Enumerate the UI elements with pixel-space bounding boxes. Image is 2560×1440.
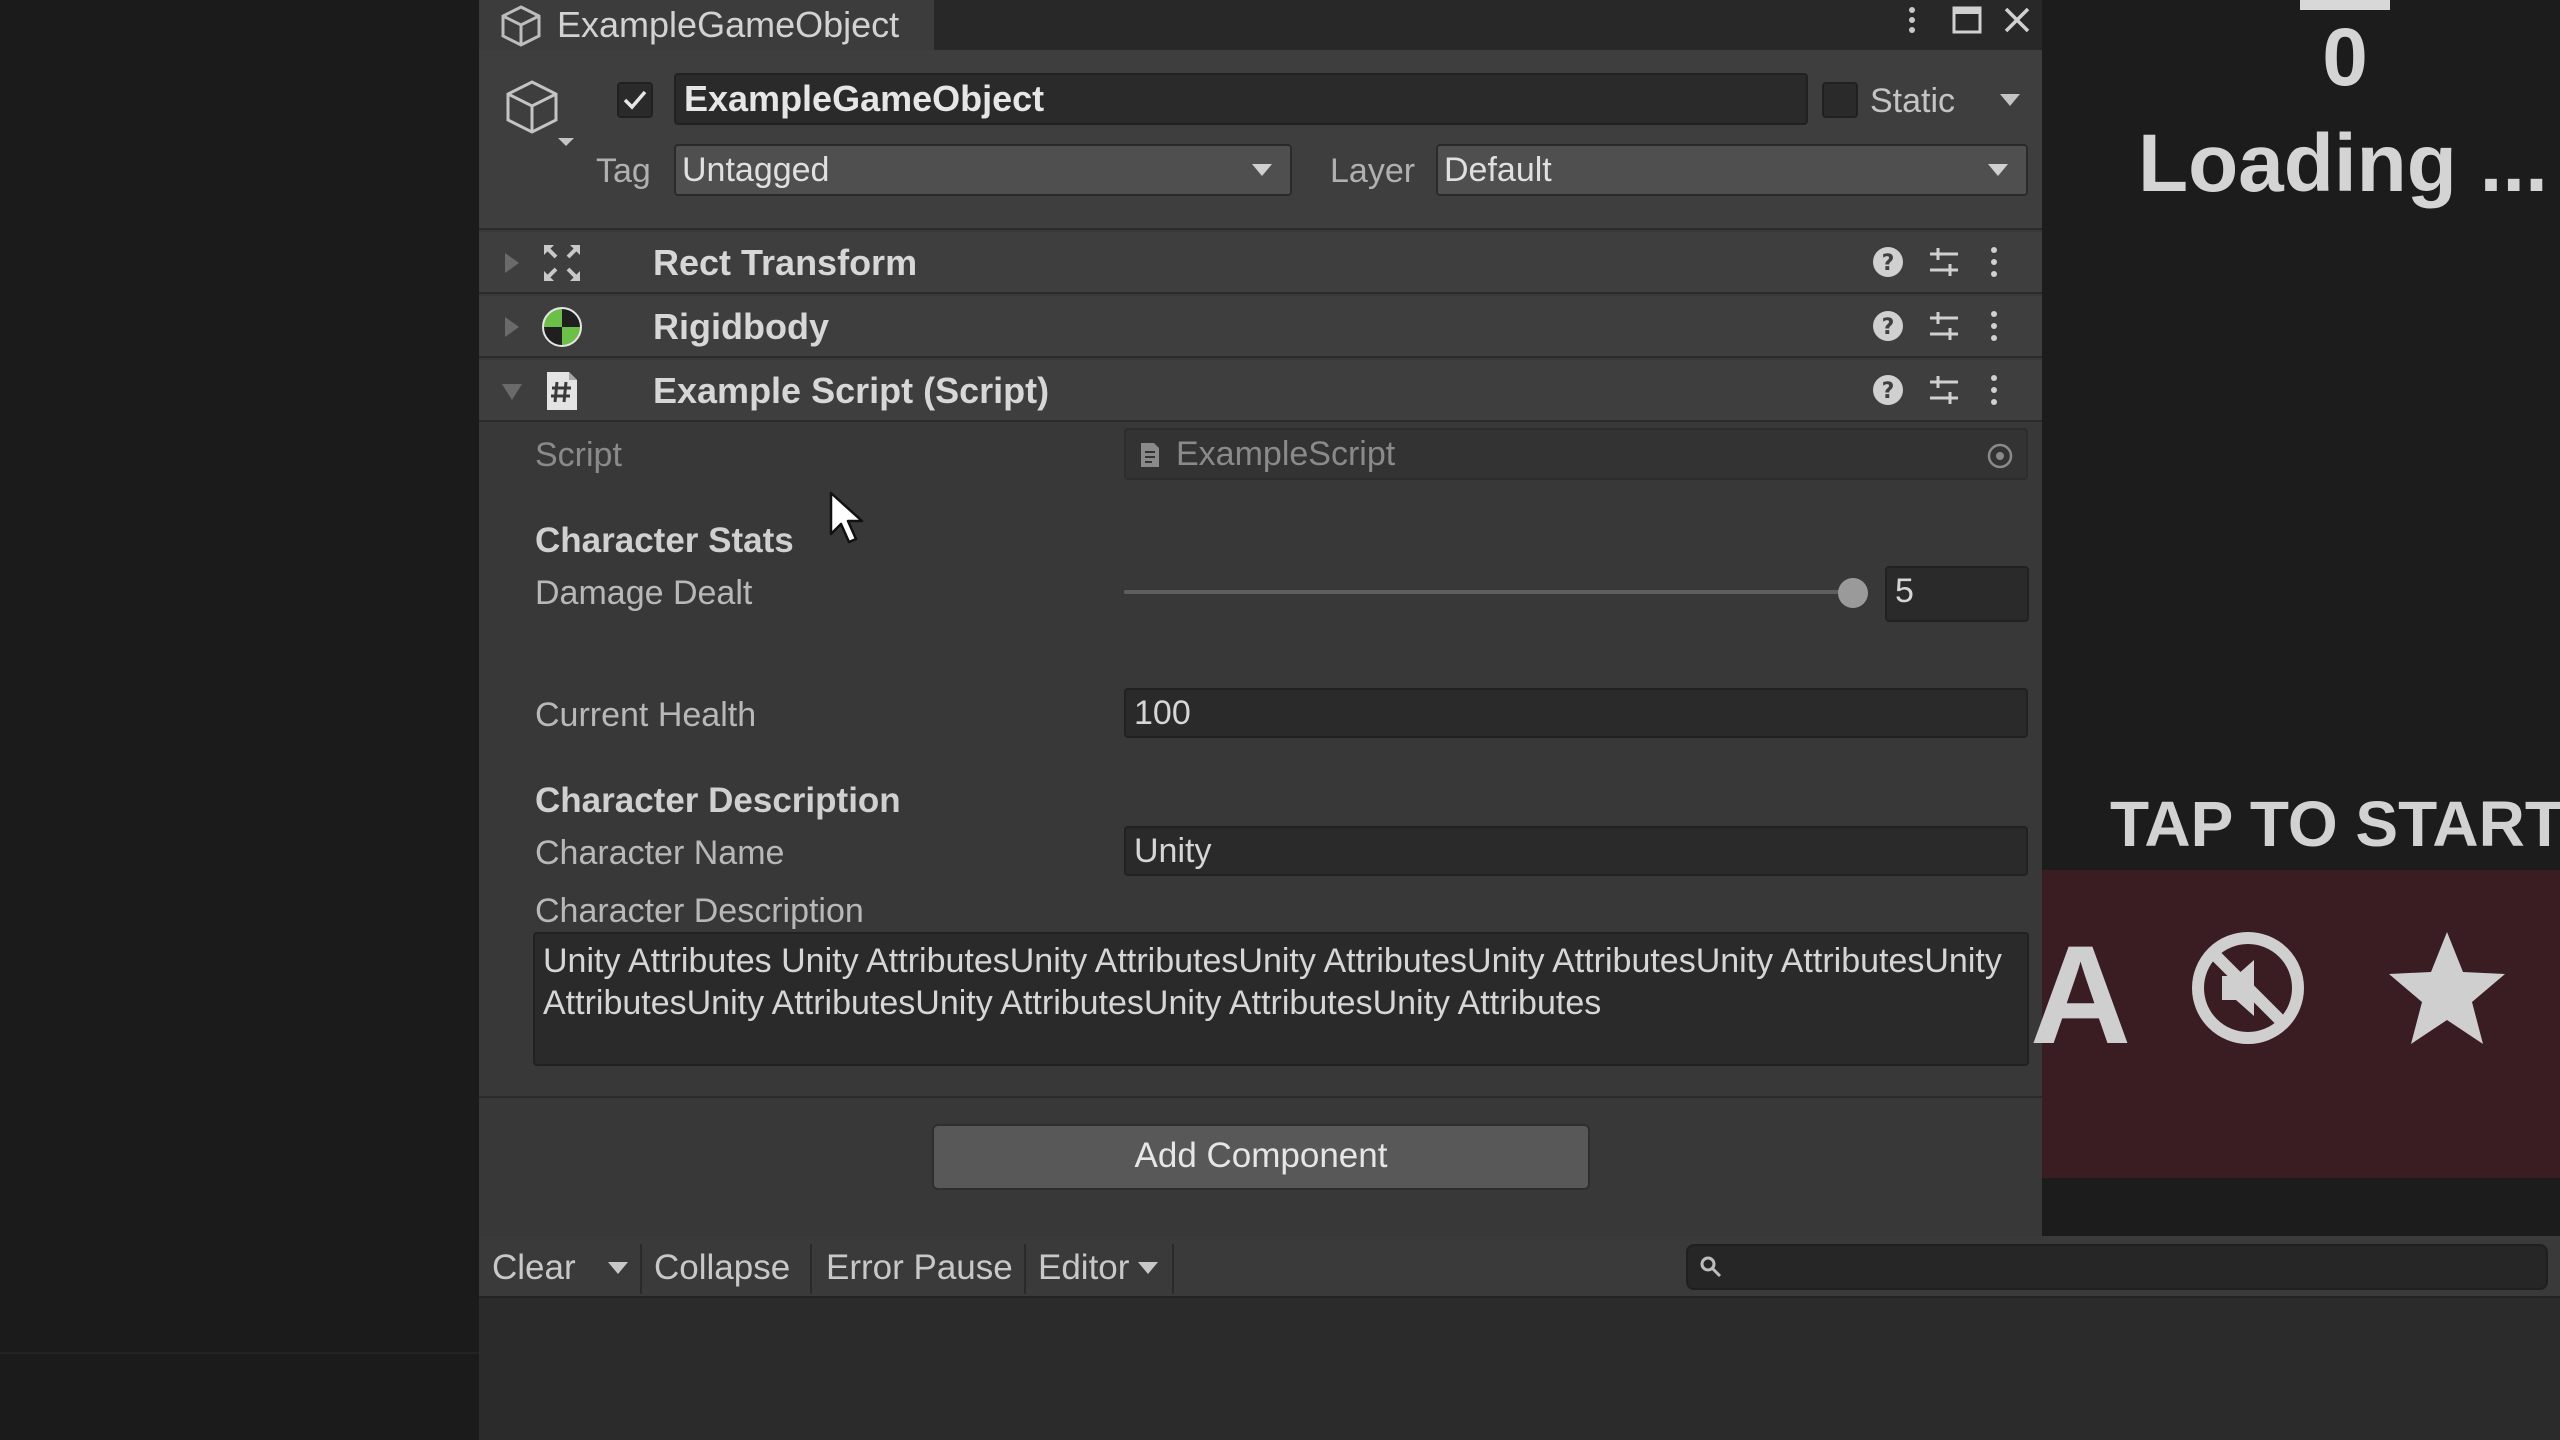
add-component-button[interactable]: Add Component bbox=[932, 1124, 1590, 1190]
tag-label: Tag bbox=[596, 152, 651, 190]
character-stats-header: Character Stats bbox=[535, 521, 794, 560]
close-icon[interactable] bbox=[2000, 3, 2034, 37]
current-health-input[interactable]: 100 bbox=[1124, 688, 2028, 738]
character-name-label: Character Name bbox=[535, 834, 785, 872]
tap-to-start-text[interactable]: TAP TO START bbox=[2110, 784, 2560, 864]
divider bbox=[479, 1096, 2042, 1098]
loading-text: Loading ... bbox=[2138, 118, 2548, 209]
layer-value: Default bbox=[1444, 151, 1552, 189]
chevron-down-icon bbox=[1138, 1262, 1158, 1274]
kebab-menu-icon[interactable] bbox=[1984, 308, 2004, 344]
rigidbody-icon bbox=[542, 307, 582, 347]
collapse-button[interactable]: Collapse bbox=[642, 1240, 802, 1296]
toolbar-separator bbox=[810, 1244, 812, 1294]
tag-value: Untagged bbox=[682, 151, 830, 189]
toolbar-separator bbox=[1172, 1244, 1174, 1294]
tab-title: ExampleGameObject bbox=[557, 4, 900, 45]
search-icon bbox=[1700, 1256, 1722, 1278]
svg-text:?: ? bbox=[1882, 251, 1895, 276]
character-name-input[interactable]: Unity bbox=[1124, 826, 2028, 876]
character-description-header: Character Description bbox=[535, 781, 901, 820]
fold-right-icon[interactable] bbox=[501, 314, 523, 340]
component-header-rect-transform[interactable]: Rect Transform ? bbox=[479, 232, 2042, 294]
star-icon[interactable] bbox=[2383, 926, 2511, 1054]
checkmark-icon bbox=[623, 90, 647, 110]
object-picker-icon[interactable] bbox=[1986, 442, 2014, 470]
svg-text:?: ? bbox=[1882, 379, 1895, 404]
score-bar bbox=[2300, 0, 2390, 10]
component-title: Rigidbody bbox=[653, 306, 829, 347]
hierarchy-pane bbox=[0, 0, 479, 1440]
chevron-down-icon bbox=[1252, 164, 1272, 176]
static-dropdown-icon[interactable] bbox=[1998, 92, 2022, 108]
component-header-example-script[interactable]: Example Script (Script) ? bbox=[479, 360, 2042, 422]
layer-label: Layer bbox=[1330, 152, 1416, 190]
error-pause-button[interactable]: Error Pause bbox=[814, 1240, 1025, 1296]
damage-slider-track[interactable] bbox=[1124, 590, 1860, 594]
character-description-label: Character Description bbox=[535, 892, 864, 930]
component-header-rigidbody[interactable]: Rigidbody ? bbox=[479, 296, 2042, 358]
kebab-menu-icon[interactable] bbox=[1984, 244, 2004, 280]
clear-options-dropdown-icon[interactable] bbox=[606, 1260, 630, 1276]
static-checkbox[interactable] bbox=[1822, 82, 1858, 118]
game-glyph: A bbox=[2030, 916, 2132, 1073]
kebab-menu-icon[interactable] bbox=[1984, 372, 2004, 408]
script-value: ExampleScript bbox=[1176, 435, 1396, 473]
fold-down-icon[interactable] bbox=[501, 378, 523, 404]
chevron-down-icon bbox=[1988, 164, 2008, 176]
gameobject-cube-icon bbox=[501, 5, 541, 47]
character-description-textarea[interactable]: Unity Attributes Unity AttributesUnity A… bbox=[533, 932, 2029, 1066]
maximize-icon[interactable] bbox=[1950, 3, 1984, 37]
csharp-script-icon bbox=[547, 372, 577, 410]
current-health-label: Current Health bbox=[535, 696, 757, 734]
help-icon[interactable]: ? bbox=[1870, 244, 1906, 280]
layer-dropdown[interactable]: Default bbox=[1436, 144, 2028, 196]
presets-icon[interactable] bbox=[1926, 244, 1962, 280]
script-reference-field: ExampleScript bbox=[1124, 428, 2028, 480]
rect-transform-icon bbox=[544, 245, 580, 281]
object-name-field[interactable]: ExampleGameObject bbox=[674, 73, 1808, 125]
console-search-input[interactable] bbox=[1686, 1244, 2548, 1290]
help-icon[interactable]: ? bbox=[1870, 372, 1906, 408]
damage-dealt-input[interactable]: 5 bbox=[1885, 566, 2029, 622]
tag-dropdown[interactable]: Untagged bbox=[674, 144, 1292, 196]
script-label: Script bbox=[535, 436, 622, 474]
clear-button[interactable]: Clear bbox=[480, 1240, 588, 1296]
component-title: Example Script (Script) bbox=[653, 370, 1050, 411]
presets-icon[interactable] bbox=[1926, 372, 1962, 408]
active-checkbox[interactable] bbox=[617, 82, 653, 118]
damage-slider-thumb[interactable] bbox=[1837, 578, 1868, 608]
score-text: 0 bbox=[2322, 12, 2368, 103]
fold-right-icon[interactable] bbox=[501, 250, 523, 276]
component-title: Rect Transform bbox=[653, 242, 918, 283]
mouse-cursor-icon bbox=[829, 491, 864, 544]
editor-dropdown[interactable]: Editor bbox=[1026, 1240, 1141, 1296]
script-file-icon bbox=[1141, 443, 1159, 467]
static-label: Static bbox=[1870, 82, 1956, 120]
gameobject-icon[interactable] bbox=[500, 74, 580, 154]
mute-sound-icon[interactable] bbox=[2188, 928, 2308, 1048]
kebab-menu-icon[interactable] bbox=[1900, 3, 1924, 39]
svg-text:?: ? bbox=[1882, 315, 1895, 340]
help-icon[interactable]: ? bbox=[1870, 308, 1906, 344]
presets-icon[interactable] bbox=[1926, 308, 1962, 344]
damage-dealt-label: Damage Dealt bbox=[535, 574, 753, 612]
